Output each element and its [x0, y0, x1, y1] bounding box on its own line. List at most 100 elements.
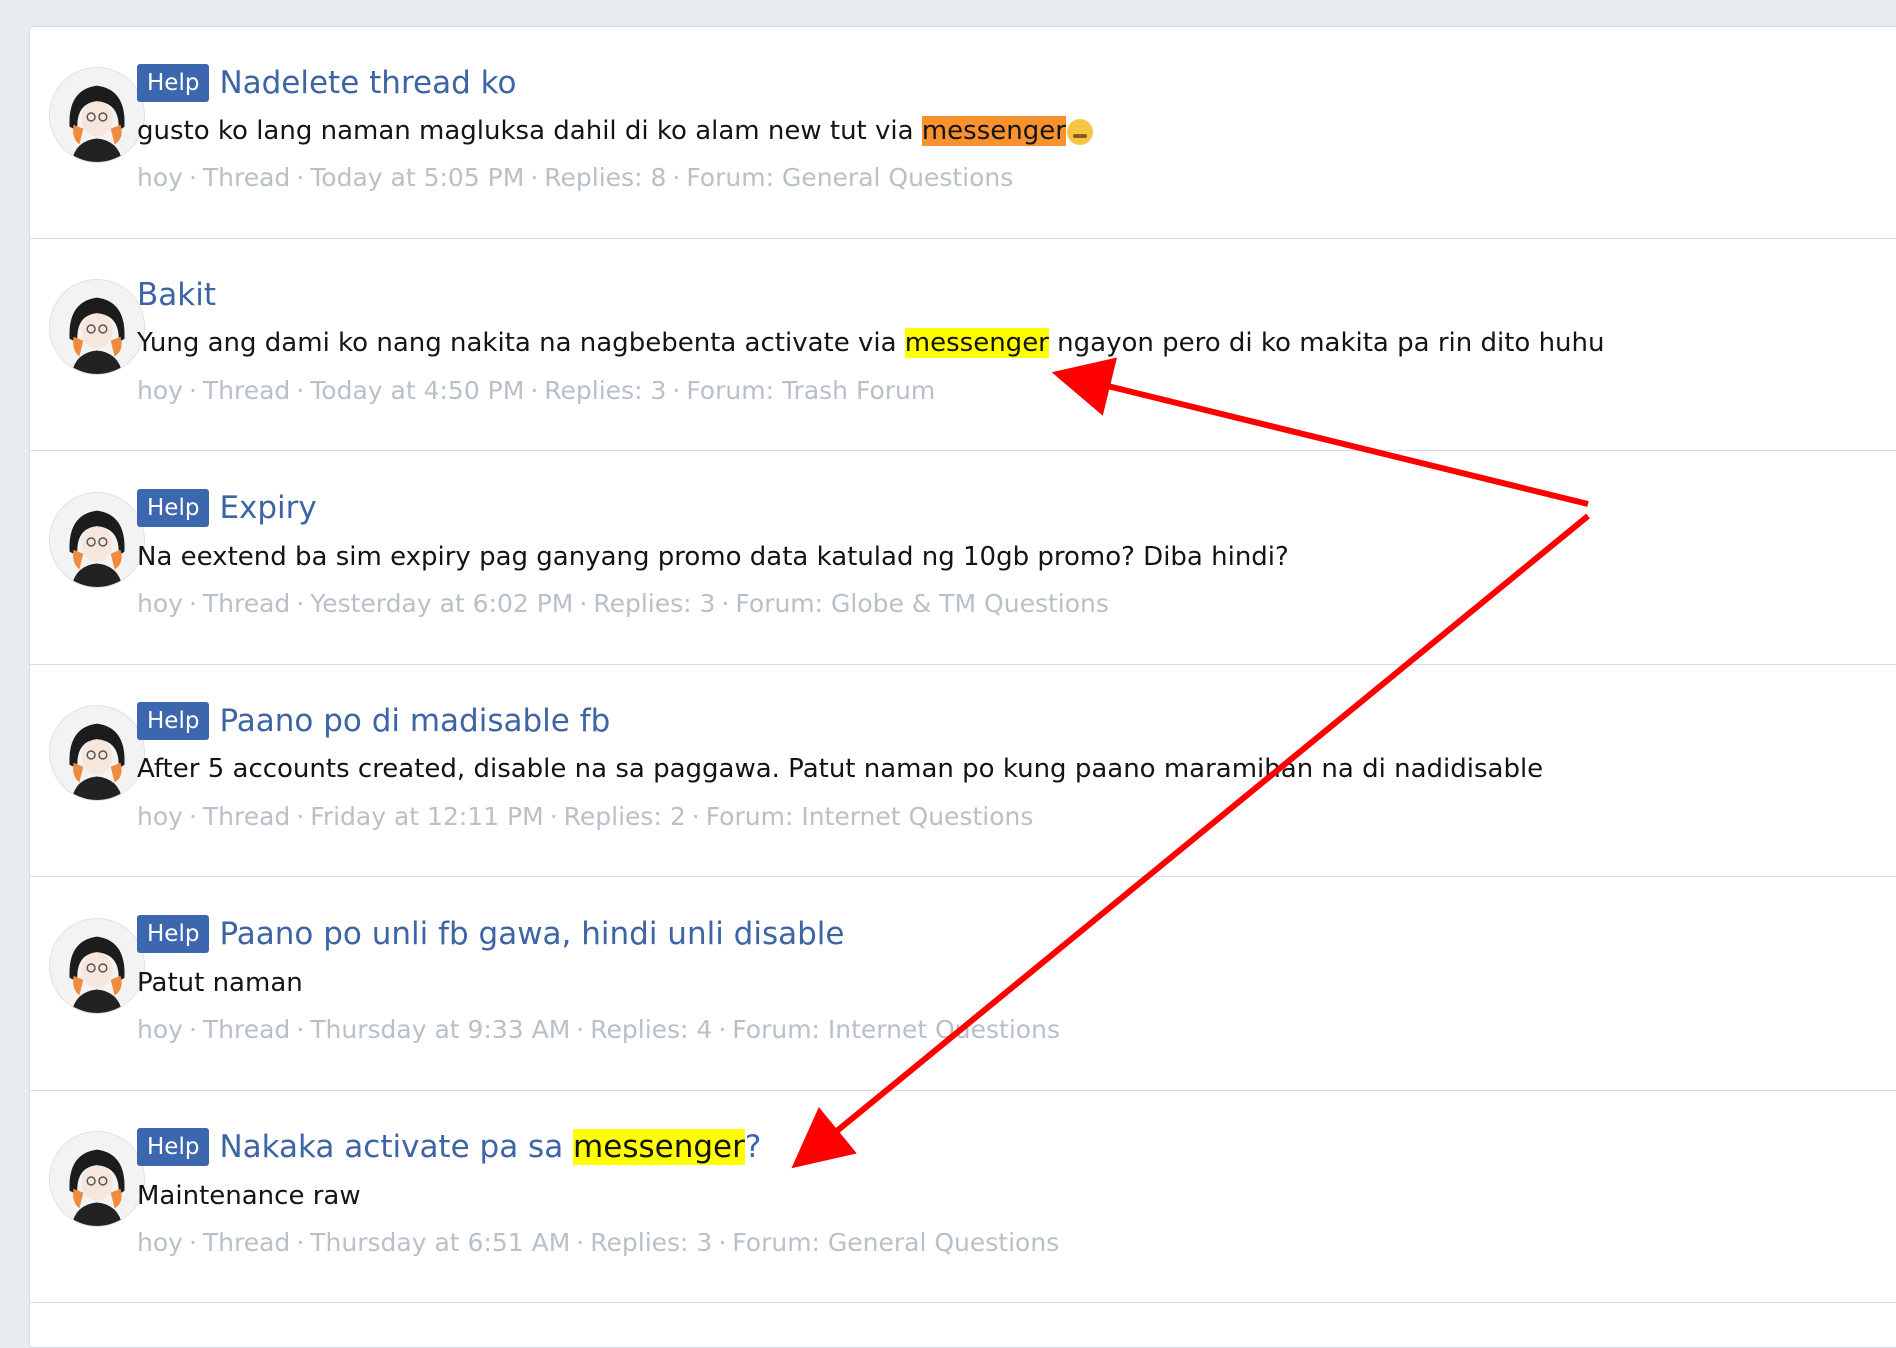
snippet-text: Maintenance raw	[137, 1181, 361, 1211]
meta-user[interactable]: hoy	[137, 1228, 183, 1257]
snippet-text: Patut naman	[137, 968, 303, 998]
avatar[interactable]	[49, 705, 145, 801]
title-text[interactable]: Expiry	[219, 490, 316, 526]
meta-type: Thread	[202, 589, 291, 618]
meta-replies: Replies: 8	[544, 163, 667, 192]
result-title-link[interactable]: Paano po di madisable fb	[219, 703, 610, 739]
meta-date: Thursday at 9:33 AM	[310, 1015, 571, 1044]
meta-date: Yesterday at 6:02 PM	[310, 589, 574, 618]
meta-separator: ·	[579, 589, 588, 618]
help-prefix-badge[interactable]: Help	[137, 64, 210, 102]
result-snippet: Yung ang dami ko nang nakita na nagbeben…	[137, 328, 1605, 358]
meta-user[interactable]: hoy	[137, 1015, 183, 1044]
avatar[interactable]	[49, 1131, 145, 1227]
meta-user[interactable]: hoy	[137, 163, 183, 192]
avatar-illustration	[50, 919, 144, 1013]
meta-separator: ·	[296, 163, 305, 192]
meta-separator: ·	[718, 1228, 727, 1257]
title-text[interactable]: Bakit	[137, 277, 216, 313]
title-text[interactable]: Paano po di madisable fb	[219, 703, 610, 739]
meta-forum[interactable]: Forum: Trash Forum	[686, 376, 935, 405]
result-snippet: Maintenance raw	[137, 1181, 361, 1211]
meta-separator: ·	[718, 1015, 727, 1044]
help-prefix-badge[interactable]: Help	[137, 1128, 210, 1166]
avatar[interactable]	[49, 67, 145, 163]
result-meta: hoy · Thread · Friday at 12:11 PM · Replies: 2…	[137, 802, 1033, 831]
search-term-highlight: messenger	[904, 328, 1049, 358]
snippet-text-after: ngayon pero di ko makita pa rin dito huh…	[1048, 328, 1605, 358]
meta-separator: ·	[296, 376, 305, 405]
snippet-text: Yung ang dami ko nang nakita na nagbeben…	[137, 328, 905, 358]
result-title-link[interactable]: Nakaka activate pa sa messenger?	[219, 1129, 761, 1165]
meta-forum[interactable]: Forum: General Questions	[686, 163, 1013, 192]
result-title-link[interactable]: Paano po unli fb gawa, hindi unli disabl…	[219, 916, 844, 952]
avatar[interactable]	[49, 279, 145, 375]
help-prefix-badge[interactable]: Help	[137, 702, 210, 740]
meta-replies: Replies: 2	[563, 802, 686, 831]
result-title-link[interactable]: Bakit	[137, 277, 216, 313]
avatar-illustration	[50, 280, 144, 374]
result-divider	[29, 238, 1896, 239]
result-snippet: After 5 accounts created, disable na sa …	[137, 754, 1543, 784]
result-title-line: Help Paano po di madisable fb	[137, 701, 610, 741]
meta-replies: Replies: 3	[590, 1228, 713, 1257]
meta-separator: ·	[672, 376, 681, 405]
meta-user[interactable]: hoy	[137, 589, 183, 618]
avatar-illustration	[50, 493, 144, 587]
snippet-text: After 5 accounts created, disable na sa …	[137, 754, 1544, 784]
meta-forum[interactable]: Forum: Internet Questions	[732, 1015, 1060, 1044]
title-text[interactable]: Paano po unli fb gawa, hindi unli disabl…	[219, 916, 844, 952]
meta-date: Today at 5:05 PM	[310, 163, 525, 192]
result-meta: hoy · Thread · Yesterday at 6:02 PM · Replies:…	[137, 589, 1109, 618]
result-divider	[29, 1302, 1896, 1303]
result-snippet: gusto ko lang naman magluksa dahil di ko…	[137, 116, 1093, 146]
result-meta: hoy · Thread · Today at 5:05 PM · Replies: 8 · F…	[137, 163, 1013, 192]
snippet-text: gusto ko lang naman magluksa dahil di ko…	[137, 116, 922, 146]
meta-user[interactable]: hoy	[137, 802, 183, 831]
result-title-line: Help Paano po unli fb gawa, hindi unli d…	[137, 914, 844, 954]
result-divider	[29, 876, 1896, 877]
title-text[interactable]: Nadelete thread ko	[219, 65, 516, 101]
meta-separator: ·	[530, 163, 539, 192]
result-snippet: Patut naman	[137, 968, 303, 998]
help-prefix-badge[interactable]: Help	[137, 915, 210, 953]
avatar[interactable]	[49, 492, 145, 588]
result-snippet: Na eextend ba sim expiry pag ganyang pro…	[137, 542, 1289, 572]
search-term-highlight[interactable]: messenger	[573, 1129, 745, 1165]
meta-separator: ·	[530, 376, 539, 405]
result-title-link[interactable]: Nadelete thread ko	[219, 65, 516, 101]
avatar[interactable]	[49, 918, 145, 1014]
result-title-line: Help Expiry	[137, 488, 317, 528]
meta-type: Thread	[202, 1015, 291, 1044]
meta-user[interactable]: hoy	[137, 376, 183, 405]
avatar-illustration	[50, 1132, 144, 1226]
meta-separator: ·	[188, 589, 197, 618]
meta-separator: ·	[296, 1015, 305, 1044]
result-title-line: Help Nakaka activate pa sa messenger?	[137, 1127, 761, 1167]
meta-separator: ·	[721, 589, 730, 618]
meta-separator: ·	[188, 376, 197, 405]
meta-forum[interactable]: Forum: Internet Questions	[706, 802, 1034, 831]
meta-date: Friday at 12:11 PM	[310, 802, 544, 831]
meta-separator: ·	[296, 1228, 305, 1257]
result-meta: hoy · Thread · Thursday at 9:33 AM · Replies: …	[137, 1015, 1060, 1044]
result-divider	[29, 1090, 1896, 1091]
result-title-line: Help Nadelete thread ko	[137, 63, 516, 103]
result-title-link[interactable]: Expiry	[219, 490, 316, 526]
title-text[interactable]: Nakaka activate pa sa	[219, 1129, 573, 1165]
avatar-illustration	[50, 706, 144, 800]
help-prefix-badge[interactable]: Help	[137, 489, 210, 527]
meta-separator: ·	[576, 1228, 585, 1257]
snippet-text: Na eextend ba sim expiry pag ganyang pro…	[137, 542, 1289, 572]
result-title-line: Bakit	[137, 275, 216, 315]
meta-separator: ·	[672, 163, 681, 192]
meta-separator: ·	[188, 1015, 197, 1044]
result-meta: hoy · Thread · Thursday at 6:51 AM · Replies: …	[137, 1228, 1059, 1257]
meta-separator: ·	[188, 163, 197, 192]
meta-separator: ·	[296, 802, 305, 831]
search-term-highlight: messenger	[921, 116, 1066, 146]
title-text-after[interactable]: ?	[745, 1129, 761, 1165]
meta-forum[interactable]: Forum: Globe & TM Questions	[735, 589, 1109, 618]
pleading-face-emoji-icon	[1066, 118, 1093, 145]
meta-forum[interactable]: Forum: General Questions	[732, 1228, 1059, 1257]
